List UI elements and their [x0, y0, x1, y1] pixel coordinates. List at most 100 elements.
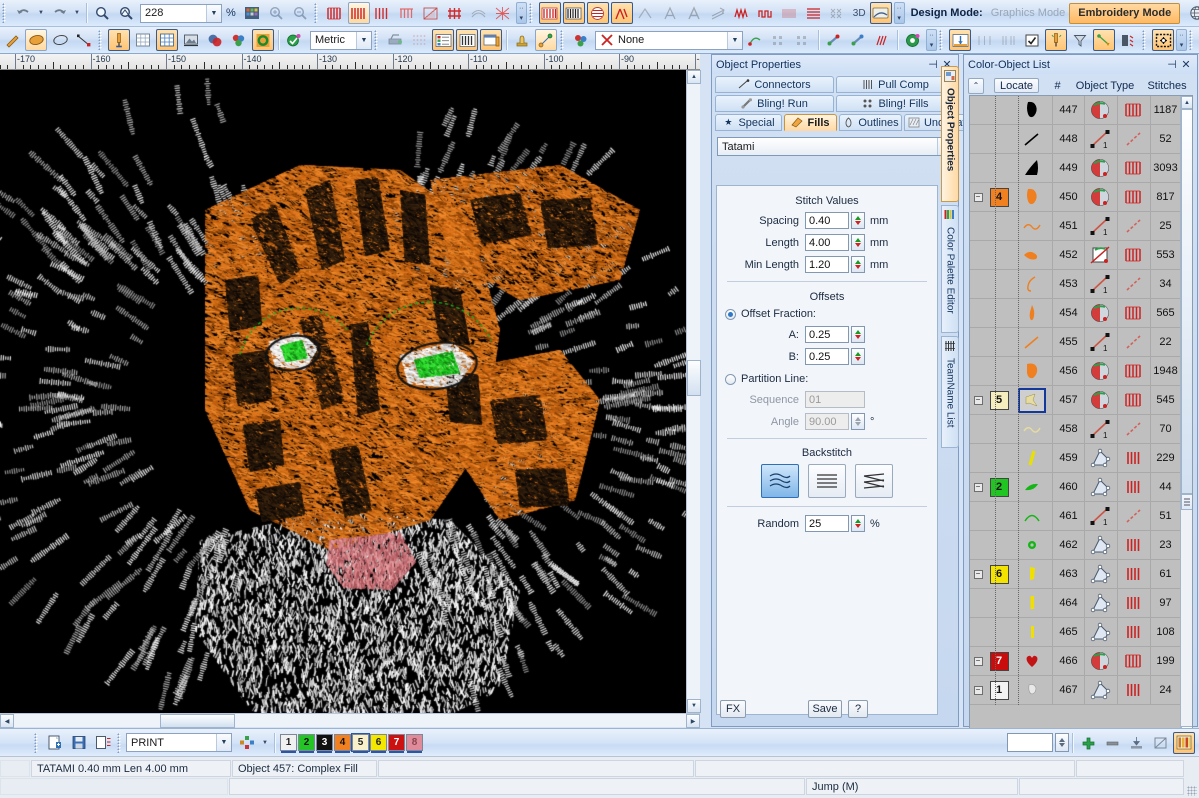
color-swatch[interactable]: 6 — [990, 565, 1009, 584]
object-shape-preview[interactable] — [1012, 535, 1052, 555]
motif-run-icon[interactable] — [731, 2, 753, 24]
stitch-type-icon[interactable] — [1118, 241, 1151, 270]
side-tab-object-properties[interactable]: Object Properties — [941, 66, 959, 202]
chain-link-icon[interactable] — [823, 29, 845, 51]
stitch-type-icon[interactable] — [1118, 589, 1151, 618]
color-object-row[interactable]: 465108 — [970, 618, 1180, 647]
object-type-icon[interactable] — [1085, 357, 1118, 386]
locate-button[interactable]: Locate — [994, 78, 1039, 93]
pin-icon[interactable]: ⊣ — [1165, 58, 1179, 72]
zoom-fit-icon[interactable] — [115, 2, 137, 24]
stitch-type-icon[interactable] — [1118, 212, 1151, 241]
scroll-down-button[interactable]: ▼ — [687, 699, 701, 713]
toolbar-grip[interactable] — [1142, 30, 1149, 50]
stitch-type-icon[interactable] — [1118, 154, 1151, 183]
color-blend-icon[interactable] — [204, 29, 226, 51]
length-spinner[interactable] — [851, 234, 865, 251]
min-length-spinner[interactable] — [851, 256, 865, 273]
toolbar-overflow-button[interactable]: ··▾ — [926, 29, 937, 51]
digitize-branch-icon[interactable] — [611, 2, 633, 24]
object-shape-preview[interactable] — [1012, 622, 1052, 642]
trim-icon[interactable] — [1117, 29, 1139, 51]
color-object-row[interactable]: 448152 — [970, 125, 1180, 154]
stitch-type-icon[interactable] — [1118, 560, 1151, 589]
object-shape-preview[interactable] — [1012, 651, 1052, 671]
grid-active-icon[interactable] — [156, 29, 178, 51]
embroidery-mode-button[interactable]: Embroidery Mode — [1069, 3, 1180, 24]
object-type-icon[interactable] — [1085, 531, 1118, 560]
toolbar-grip[interactable] — [529, 3, 536, 23]
object-shape-preview[interactable] — [1012, 274, 1052, 294]
stitch-type-icon[interactable] — [1118, 531, 1151, 560]
node-tool-icon[interactable] — [535, 29, 557, 51]
design-canvas[interactable] — [0, 70, 686, 713]
pin-icon[interactable]: ⊣ — [926, 58, 940, 72]
apply-color-icon[interactable] — [283, 29, 305, 51]
stitch-column-icon[interactable] — [396, 2, 418, 24]
embroidery-design-canvas[interactable] — [0, 70, 686, 713]
color-object-row[interactable]: 451125 — [970, 212, 1180, 241]
object-type-icon[interactable] — [1085, 154, 1118, 183]
resize-grip[interactable] — [1187, 786, 1197, 796]
tab-bling-fills[interactable]: Bling! Fills — [836, 95, 955, 112]
color-object-row[interactable]: 4493093 — [970, 154, 1180, 183]
color-chip-4[interactable]: 4 — [334, 734, 351, 751]
color-chip-1[interactable]: 1 — [280, 734, 297, 751]
object-type-icon[interactable] — [1085, 647, 1118, 676]
list-scroll-grip[interactable] — [1181, 494, 1193, 510]
sequence-input[interactable]: 01 — [805, 391, 865, 408]
funnel-icon[interactable] — [1069, 29, 1091, 51]
scroll-left-button[interactable]: ◀ — [0, 714, 14, 728]
color-object-row[interactable]: 4471187 — [970, 96, 1180, 125]
lettering-a-icon[interactable] — [659, 2, 681, 24]
outline-color-icon[interactable] — [252, 29, 274, 51]
chevron-down-icon[interactable]: ▼ — [216, 734, 231, 751]
remove-icon[interactable] — [1101, 732, 1123, 754]
object-type-icon[interactable]: 1 — [1085, 415, 1118, 444]
backstitch-wave-button[interactable] — [761, 464, 799, 498]
color-object-list-scrollbar[interactable]: ▲ ▼ — [1180, 96, 1192, 739]
digitize-circle-icon[interactable] — [587, 2, 609, 24]
stitch-type-icon[interactable] — [1118, 299, 1151, 328]
color-object-row[interactable]: 458170 — [970, 415, 1180, 444]
preview-3d-icon[interactable] — [870, 2, 892, 24]
tab-special[interactable]: ★ Special — [715, 114, 782, 131]
object-shape-preview[interactable] — [1012, 187, 1052, 207]
undo-dropdown-icon[interactable]: ▼ — [36, 2, 46, 24]
redo-dropdown-icon[interactable]: ▼ — [72, 2, 82, 24]
redo-icon[interactable] — [48, 2, 70, 24]
stitch-dots-icon[interactable] — [408, 29, 430, 51]
node-edit-icon[interactable] — [73, 29, 95, 51]
tab-fills[interactable]: Fills — [784, 114, 837, 131]
object-shape-preview[interactable] — [1012, 158, 1052, 178]
color-chip-2[interactable]: 2 — [298, 734, 315, 751]
offset-fraction-radio-row[interactable]: Offset Fraction: — [725, 308, 937, 320]
help-button[interactable]: ? — [848, 700, 868, 718]
zoom-out-icon[interactable] — [289, 2, 311, 24]
stamp-icon[interactable] — [511, 29, 533, 51]
print-preview-icon[interactable] — [480, 29, 502, 51]
toolbar-grip[interactable] — [939, 30, 946, 50]
color-swatch[interactable]: 5 — [990, 391, 1009, 410]
graphics-mode-button[interactable]: Graphics Mode — [991, 7, 1066, 19]
close-icon[interactable]: ✕ — [1179, 58, 1193, 72]
toolbar-grip[interactable] — [34, 733, 41, 753]
side-tab-teamname-list[interactable]: TeamName List — [941, 336, 959, 448]
units-combo[interactable]: Metric ▼ — [310, 31, 372, 50]
object-type-icon[interactable]: 1 — [1085, 502, 1118, 531]
expand-collapse-toggle[interactable]: − — [974, 686, 983, 695]
toolbar-grip[interactable] — [1189, 30, 1196, 50]
object-type-icon[interactable] — [1085, 589, 1118, 618]
color-object-row[interactable]: −7466199 — [970, 647, 1180, 676]
offset-b-spinner[interactable] — [851, 348, 865, 365]
color-object-row[interactable]: 453134 — [970, 270, 1180, 299]
palette-dropdown-icon[interactable]: ▼ — [260, 732, 270, 754]
stitch-type-combo[interactable]: Tatami ▼ — [717, 137, 953, 156]
toolbar-overflow-button[interactable]: ··▾ — [1176, 29, 1187, 51]
digitize-fill-icon[interactable] — [539, 2, 561, 24]
object-shape-preview[interactable] — [1012, 216, 1052, 236]
toolbar-overflow-button[interactable]: ··▾ — [894, 2, 905, 24]
tab-pull-comp[interactable]: Pull Comp — [836, 76, 955, 93]
chevron-down-icon[interactable]: ▼ — [206, 5, 221, 22]
backstitch-zigzag-button[interactable] — [855, 464, 893, 498]
